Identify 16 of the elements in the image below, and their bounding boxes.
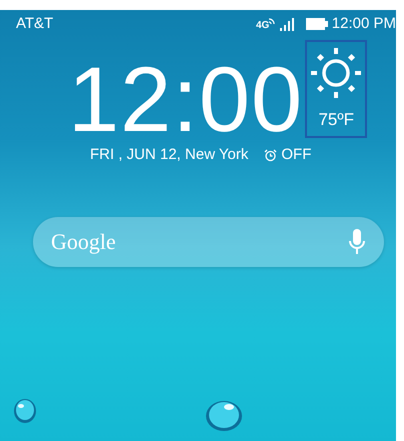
weather-widget[interactable]: 75ºF <box>305 40 368 138</box>
alarm-clock-icon <box>264 148 278 162</box>
search-bar[interactable]: Google <box>33 216 384 266</box>
alarm-status: OFF <box>281 145 312 165</box>
carrier-name: AT&T <box>16 14 54 34</box>
signal-icon <box>280 17 294 31</box>
water-drop-drawing <box>13 398 37 424</box>
clock-time: 12:00 <box>68 54 304 146</box>
microphone-icon[interactable] <box>348 228 366 256</box>
water-drop-drawing <box>205 398 243 432</box>
date-location: FRI , JUN 12, New York <box>90 145 248 165</box>
sun-icon <box>309 46 364 100</box>
battery-icon <box>306 18 328 30</box>
search-logo: Google <box>51 228 116 256</box>
status-time: 12:00 PM <box>332 14 396 34</box>
temperature: 75ºF <box>318 108 354 130</box>
